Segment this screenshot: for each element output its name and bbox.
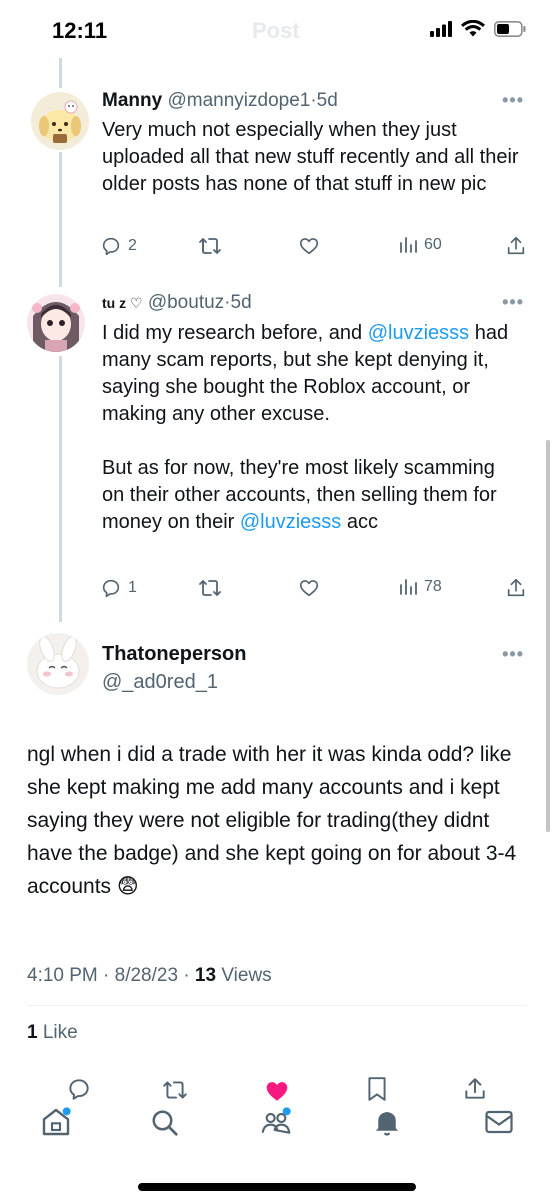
like-button[interactable] — [263, 1078, 291, 1109]
more-options-icon[interactable]: ••• — [502, 90, 524, 111]
bookmark-button[interactable] — [366, 1076, 388, 1107]
repost-button[interactable] — [198, 577, 222, 599]
tab-notifications[interactable] — [372, 1106, 402, 1143]
bottom-area — [0, 1062, 554, 1200]
divider — [27, 1005, 527, 1006]
share-button[interactable] — [505, 577, 527, 599]
share-button[interactable] — [505, 235, 527, 257]
view-count: 78 — [424, 578, 442, 595]
reply-actions: 2 60 — [100, 235, 528, 265]
like-button[interactable] — [298, 235, 320, 257]
cellular-signal-icon — [430, 20, 452, 37]
thread-line-middle — [59, 152, 62, 287]
tab-messages[interactable] — [484, 1108, 514, 1141]
more-options-icon[interactable]: ••• — [502, 292, 524, 313]
post-datetime: 4:10 PM · 8/28/23 · — [27, 965, 195, 986]
heart-filled-icon — [266, 1082, 288, 1101]
reply-button[interactable]: 1 — [100, 577, 137, 599]
heart-icon — [299, 580, 319, 597]
avatar[interactable] — [31, 92, 89, 150]
tab-home[interactable] — [40, 1106, 72, 1143]
status-icons — [430, 20, 526, 37]
views-label: Views — [216, 965, 272, 986]
repost-icon — [199, 580, 221, 596]
communities-icon — [261, 1107, 291, 1134]
reply-button[interactable]: 2 — [100, 235, 137, 257]
comment-icon — [69, 1079, 89, 1100]
reply-paragraph-1: I did my research before, and @luvziesss… — [102, 322, 509, 425]
reply-header: Manny @mannyizdope1·5d — [102, 90, 338, 112]
views-button[interactable]: 60 — [398, 235, 442, 255]
scrollbar[interactable] — [546, 440, 550, 832]
reply-button[interactable] — [66, 1076, 92, 1107]
reply-count: 2 — [128, 237, 137, 254]
status-time: 12:11 — [52, 18, 108, 43]
views-button[interactable]: 78 — [398, 577, 442, 597]
analytics-icon — [400, 237, 417, 253]
analytics-icon — [400, 579, 417, 595]
likes-count: 1 — [27, 1022, 38, 1043]
mail-icon — [485, 1110, 513, 1134]
bell-icon — [375, 1112, 399, 1136]
tab-communities[interactable] — [260, 1106, 292, 1143]
user-handle[interactable]: @mannyizdope1 — [167, 90, 310, 111]
post-time[interactable]: 5d — [317, 90, 338, 111]
views-count[interactable]: 13 — [195, 965, 216, 986]
home-icon — [42, 1107, 71, 1136]
likes-label: Like — [37, 1022, 78, 1043]
reply-count: 1 — [128, 579, 137, 596]
avatar[interactable] — [27, 633, 89, 695]
post-metadata: 4:10 PM · 8/28/23 · 13 Views — [27, 965, 272, 987]
display-name[interactable]: tu z ♡ — [102, 295, 143, 311]
reply-header: tu z ♡ @boutuz·5d — [102, 292, 252, 314]
reply-paragraph-2: But as for now, they're most likely scam… — [102, 457, 497, 533]
battery-icon — [494, 20, 526, 37]
like-button[interactable] — [298, 577, 320, 599]
heart-icon — [299, 238, 319, 255]
home-indicator[interactable] — [138, 1183, 416, 1191]
repost-button[interactable] — [198, 235, 222, 257]
share-icon — [507, 578, 525, 597]
reply-actions: 1 78 — [100, 577, 528, 607]
likes-summary[interactable]: 1 Like — [27, 1022, 78, 1044]
display-name[interactable]: Thatoneperson — [102, 643, 246, 666]
repost-icon — [199, 238, 221, 254]
share-icon — [465, 1078, 485, 1099]
reply-text: I did my research before, and @luvziesss… — [102, 320, 522, 536]
thread-line-bottom — [59, 356, 62, 622]
post-time[interactable]: 5d — [231, 292, 252, 313]
view-count: 60 — [424, 236, 442, 253]
status-bar: 12:11 Post — [0, 0, 554, 62]
post-text: ngl when i did a trade with her it was k… — [27, 743, 517, 898]
mention-link[interactable]: @luvziesss — [368, 322, 469, 344]
reply-text: Very much not especially when they just … — [102, 119, 519, 195]
avatar[interactable] — [27, 294, 85, 352]
comment-icon — [102, 579, 120, 598]
mention-link[interactable]: @luvziesss — [240, 511, 341, 533]
user-handle[interactable]: @boutuz — [148, 292, 224, 313]
repost-button[interactable] — [162, 1078, 188, 1107]
thread-line-top — [59, 58, 62, 88]
search-icon — [152, 1110, 178, 1136]
comment-icon — [102, 237, 120, 256]
wifi-icon — [461, 20, 485, 37]
bookmark-icon — [368, 1077, 386, 1101]
more-options-icon[interactable]: ••• — [502, 644, 524, 665]
display-name[interactable]: Manny — [102, 90, 162, 111]
share-button[interactable] — [462, 1076, 488, 1107]
tab-search[interactable] — [150, 1108, 180, 1143]
user-handle[interactable]: @_ad0red_1 — [102, 671, 218, 694]
share-icon — [507, 236, 525, 255]
repost-icon — [163, 1081, 187, 1099]
header-title: Post — [252, 18, 300, 43]
